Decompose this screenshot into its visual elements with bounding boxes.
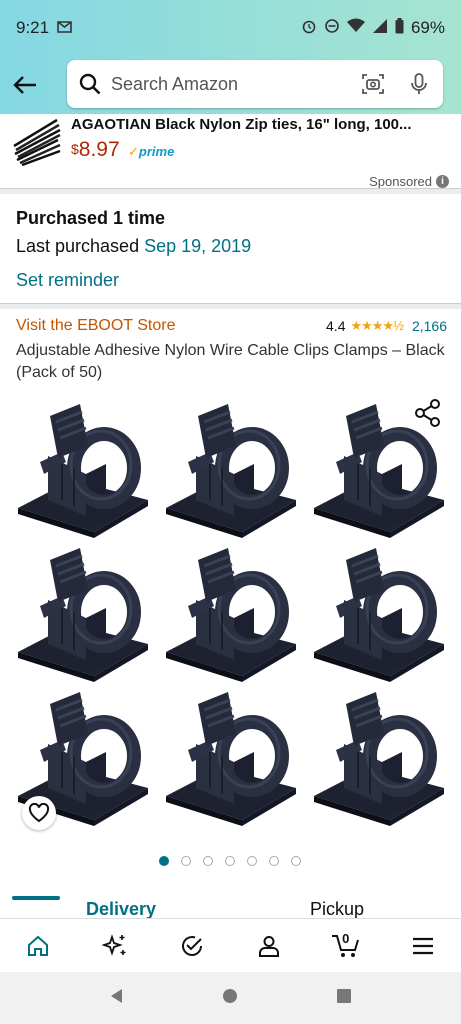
section-divider (0, 188, 461, 194)
system-back-button[interactable] (108, 987, 126, 1010)
sponsored-label[interactable]: Sponsored i (369, 174, 449, 189)
pagination-dot[interactable] (247, 856, 257, 866)
rating-summary[interactable]: 4.4 ★★★★½ 2,166 (326, 318, 447, 334)
battery-icon (395, 17, 404, 39)
store-link[interactable]: Visit the EBOOT Store (16, 317, 175, 335)
fulfillment-tabs: Delivery Pickup (0, 896, 461, 918)
nav-home[interactable] (15, 923, 61, 969)
search-placeholder: Search Amazon (111, 73, 239, 94)
pagination-dot[interactable] (159, 856, 169, 866)
zip-ties-thumbnail[interactable] (12, 116, 62, 167)
status-time: 9:21 (16, 18, 50, 37)
heart-icon (28, 803, 50, 823)
prime-check-icon: ✓ (128, 144, 139, 159)
circle-home-icon (223, 988, 238, 1003)
ad-price-amount: 8.97 (78, 138, 120, 161)
star-rating-icon: ★★★★½ (350, 318, 403, 333)
share-icon (415, 399, 440, 427)
microphone-icon[interactable] (407, 72, 431, 96)
signal-icon (372, 18, 388, 39)
product-image-clip (10, 396, 160, 541)
system-home-button[interactable] (221, 987, 239, 1010)
product-title: Adjustable Adhesive Nylon Wire Cable Cli… (16, 342, 445, 381)
app-header: Search Amazon (0, 56, 461, 114)
share-button[interactable] (413, 398, 443, 428)
product-image-gallery[interactable] (0, 388, 461, 838)
rating-value: 4.4 (326, 318, 346, 334)
sponsored-product[interactable]: AGAOTIAN Black Nylon Zip ties, 16" long,… (0, 114, 461, 176)
nav-account[interactable] (246, 923, 292, 969)
menu-icon (412, 937, 433, 954)
wishlist-button[interactable] (22, 796, 56, 830)
camera-scan-icon[interactable] (361, 72, 385, 96)
tab-pickup[interactable]: Pickup (310, 899, 364, 918)
tab-delivery[interactable]: Delivery (86, 899, 156, 918)
purchase-count: Purchased 1 time (16, 208, 166, 228)
battery-percent: 69% (410, 18, 445, 37)
home-icon (28, 935, 49, 956)
status-bar: 9:21 69% (0, 0, 461, 56)
ad-price-symbol: $ (71, 141, 79, 157)
last-purchased: Last purchased Sep 19, 2019 (16, 236, 251, 257)
search-input[interactable]: Search Amazon (67, 60, 443, 108)
mail-icon (57, 20, 72, 36)
last-purchased-date[interactable]: Sep 19, 2019 (144, 236, 251, 256)
product-image-clip (158, 540, 308, 685)
ad-price: $8.97 (71, 138, 120, 162)
info-icon[interactable]: i (436, 175, 449, 188)
pagination-dot[interactable] (181, 856, 191, 866)
triangle-back-icon (110, 988, 122, 1003)
nav-orders[interactable] (169, 923, 215, 969)
sponsored-text: Sponsored (369, 174, 432, 189)
back-button[interactable] (8, 68, 42, 102)
section-divider (0, 303, 461, 309)
product-image-clip (158, 684, 308, 829)
pagination-dot[interactable] (269, 856, 279, 866)
bottom-navigation: 0 (0, 918, 461, 972)
check-circle-icon (182, 935, 203, 956)
purchase-history: Purchased 1 time Last purchased Sep 19, … (16, 196, 251, 291)
search-icon (79, 73, 101, 95)
back-arrow-icon (13, 76, 36, 94)
sparkle-icon (102, 933, 126, 956)
nav-menu[interactable] (400, 923, 446, 969)
nav-sparkle[interactable] (92, 923, 138, 969)
product-image-clip (10, 540, 160, 685)
system-navigation (0, 972, 461, 1024)
product-image-clip (306, 684, 456, 829)
cart-count: 0 (342, 930, 350, 946)
image-pagination[interactable] (159, 856, 301, 866)
product-image-clip (306, 540, 456, 685)
prime-badge: ✓prime (128, 144, 174, 160)
square-recents-icon (337, 988, 352, 1003)
nav-cart[interactable]: 0 (323, 923, 369, 969)
wifi-icon (346, 18, 365, 38)
dnd-icon (324, 18, 340, 39)
alarm-icon (301, 18, 317, 39)
account-icon (258, 935, 279, 957)
review-count[interactable]: 2,166 (412, 318, 447, 334)
pagination-dot[interactable] (225, 856, 235, 866)
last-purchased-label: Last purchased (16, 236, 145, 256)
prime-label: prime (138, 144, 175, 159)
set-reminder-link[interactable]: Set reminder (16, 270, 251, 291)
product-image-clip (158, 396, 308, 541)
ad-product-title[interactable]: AGAOTIAN Black Nylon Zip ties, 16" long,… (71, 116, 451, 133)
pagination-dot[interactable] (203, 856, 213, 866)
tab-indicator (12, 896, 60, 900)
pagination-dot[interactable] (291, 856, 301, 866)
system-recents-button[interactable] (335, 987, 353, 1010)
